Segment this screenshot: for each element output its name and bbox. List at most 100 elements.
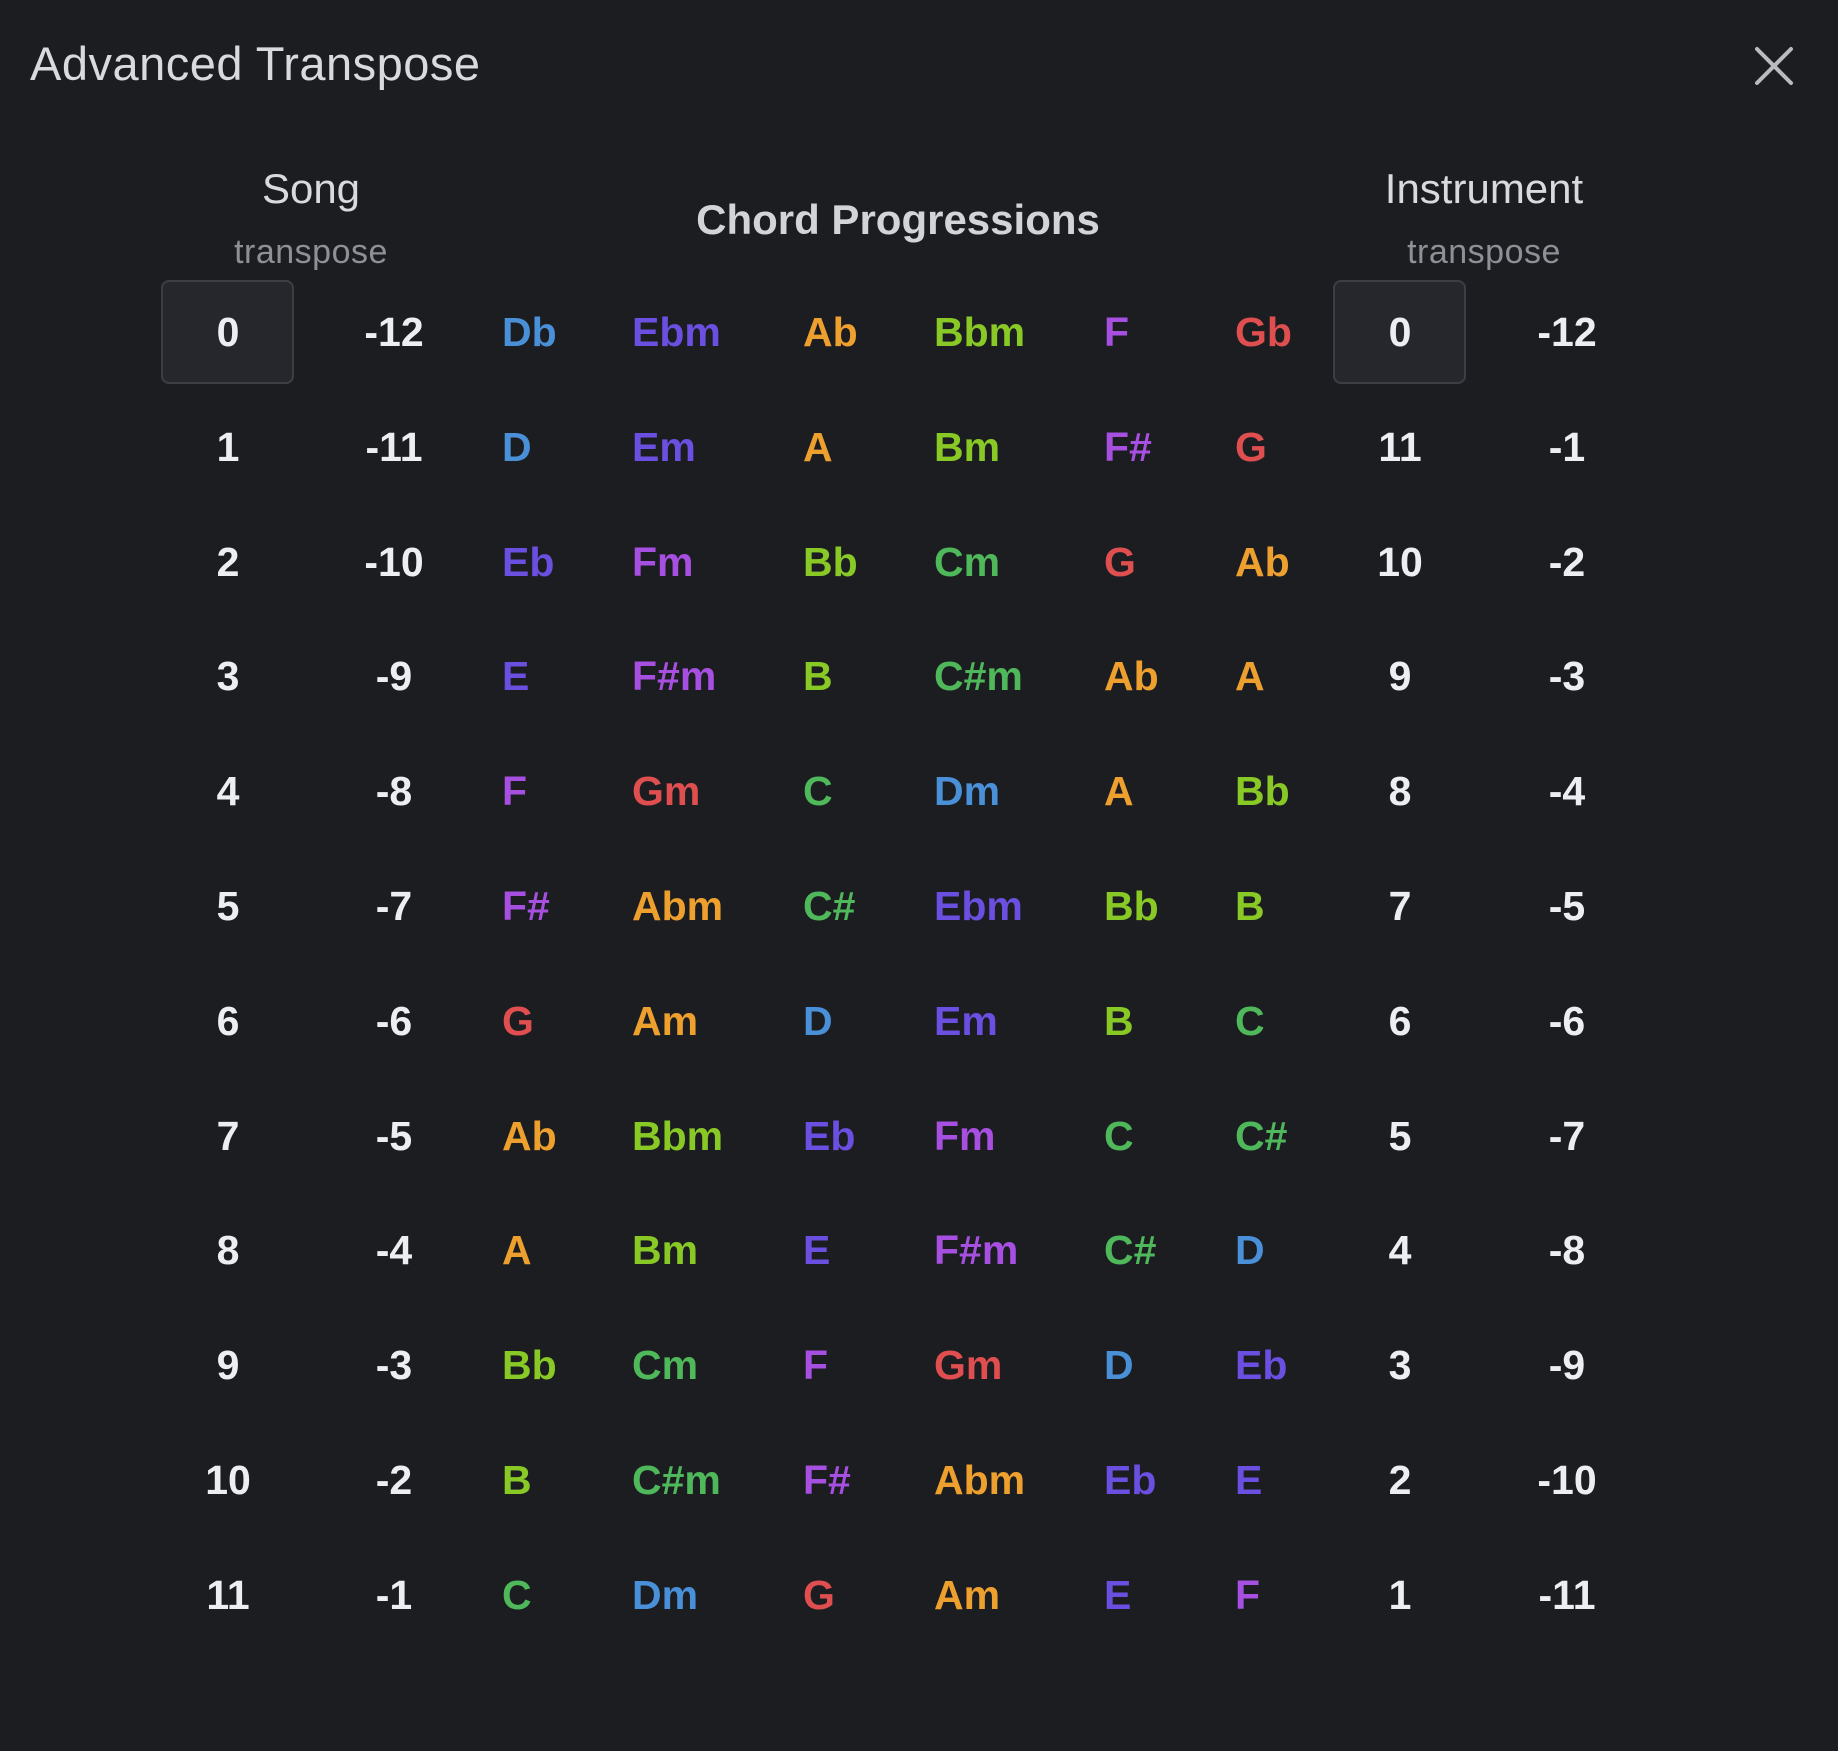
chord-label[interactable]: E bbox=[1235, 1457, 1262, 1503]
chord-label[interactable]: A bbox=[1235, 653, 1265, 699]
instrument-transpose-value[interactable]: 6 bbox=[1330, 998, 1470, 1044]
chord-label[interactable]: Ebm bbox=[632, 309, 721, 355]
chord-label[interactable]: F bbox=[1235, 1572, 1260, 1618]
chord-label[interactable]: Em bbox=[632, 424, 696, 470]
chord-label[interactable]: G bbox=[502, 998, 534, 1044]
instrument-transpose-value[interactable]: 10 bbox=[1330, 539, 1470, 585]
instrument-transpose-negative-value[interactable]: -9 bbox=[1497, 1342, 1637, 1388]
chord-label[interactable]: A bbox=[803, 424, 833, 470]
instrument-transpose-negative-value[interactable]: -10 bbox=[1497, 1457, 1637, 1503]
instrument-transpose-value[interactable]: 3 bbox=[1330, 1342, 1470, 1388]
chord-label[interactable]: C# bbox=[803, 883, 855, 929]
song-transpose-value[interactable]: 6 bbox=[158, 998, 298, 1044]
song-transpose-value[interactable]: 2 bbox=[158, 539, 298, 585]
chord-label[interactable]: Dm bbox=[934, 768, 1000, 814]
instrument-transpose-value[interactable]: 2 bbox=[1330, 1457, 1470, 1503]
chord-label[interactable]: C# bbox=[1235, 1113, 1287, 1159]
chord-label[interactable]: Am bbox=[632, 998, 698, 1044]
instrument-transpose-negative-value[interactable]: -1 bbox=[1497, 424, 1637, 470]
chord-label[interactable]: D bbox=[803, 998, 833, 1044]
instrument-transpose-negative-value[interactable]: -2 bbox=[1497, 539, 1637, 585]
instrument-transpose-negative-value[interactable]: -7 bbox=[1497, 1113, 1637, 1159]
chord-label[interactable]: Gm bbox=[934, 1342, 1002, 1388]
chord-label[interactable]: Gb bbox=[1235, 309, 1292, 355]
instrument-transpose-negative-value[interactable]: -4 bbox=[1497, 768, 1637, 814]
instrument-transpose-value[interactable]: 4 bbox=[1330, 1227, 1470, 1273]
instrument-transpose-value[interactable]: 1 bbox=[1330, 1572, 1470, 1618]
instrument-transpose-value[interactable]: 5 bbox=[1330, 1113, 1470, 1159]
song-transpose-value[interactable]: 11 bbox=[158, 1572, 298, 1618]
chord-label[interactable]: E bbox=[1104, 1572, 1131, 1618]
chord-label[interactable]: Eb bbox=[1104, 1457, 1156, 1503]
chord-label[interactable]: F#m bbox=[934, 1227, 1018, 1273]
chord-label[interactable]: Bm bbox=[632, 1227, 698, 1273]
instrument-transpose-negative-value[interactable]: -6 bbox=[1497, 998, 1637, 1044]
chord-label[interactable]: B bbox=[1104, 998, 1134, 1044]
instrument-transpose-value[interactable]: 8 bbox=[1330, 768, 1470, 814]
song-transpose-negative-value[interactable]: -7 bbox=[324, 883, 464, 929]
chord-label[interactable]: F bbox=[1104, 309, 1129, 355]
chord-label[interactable]: Cm bbox=[934, 539, 1000, 585]
song-transpose-negative-value[interactable]: -8 bbox=[324, 768, 464, 814]
song-transpose-negative-value[interactable]: -11 bbox=[324, 424, 464, 470]
song-transpose-negative-value[interactable]: -6 bbox=[324, 998, 464, 1044]
chord-label[interactable]: F# bbox=[1104, 424, 1152, 470]
song-transpose-negative-value[interactable]: -1 bbox=[324, 1572, 464, 1618]
chord-label[interactable]: C# bbox=[1104, 1227, 1156, 1273]
song-transpose-value[interactable]: 1 bbox=[158, 424, 298, 470]
chord-label[interactable]: E bbox=[803, 1227, 830, 1273]
song-transpose-value[interactable]: 10 bbox=[158, 1457, 298, 1503]
song-transpose-value[interactable]: 7 bbox=[158, 1113, 298, 1159]
chord-label[interactable]: C#m bbox=[632, 1457, 721, 1503]
chord-label[interactable]: Am bbox=[934, 1572, 1000, 1618]
chord-label[interactable]: A bbox=[1104, 768, 1134, 814]
chord-label[interactable]: Fm bbox=[632, 539, 694, 585]
chord-label[interactable]: Abm bbox=[632, 883, 723, 929]
chord-label[interactable]: G bbox=[1104, 539, 1136, 585]
instrument-transpose-value[interactable]: 7 bbox=[1330, 883, 1470, 929]
chord-label[interactable]: C#m bbox=[934, 653, 1023, 699]
chord-label[interactable]: A bbox=[502, 1227, 532, 1273]
song-transpose-value[interactable]: 8 bbox=[158, 1227, 298, 1273]
chord-label[interactable]: C bbox=[1104, 1113, 1134, 1159]
song-transpose-negative-value[interactable]: -5 bbox=[324, 1113, 464, 1159]
song-transpose-negative-value[interactable]: -10 bbox=[324, 539, 464, 585]
chord-label[interactable]: B bbox=[502, 1457, 532, 1503]
instrument-transpose-value[interactable]: 9 bbox=[1330, 653, 1470, 699]
close-button[interactable] bbox=[1752, 44, 1796, 88]
instrument-transpose-value[interactable]: 0 bbox=[1330, 309, 1470, 355]
chord-label[interactable]: F bbox=[502, 768, 527, 814]
chord-label[interactable]: D bbox=[1104, 1342, 1134, 1388]
chord-label[interactable]: Bbm bbox=[934, 309, 1025, 355]
song-transpose-value[interactable]: 9 bbox=[158, 1342, 298, 1388]
instrument-transpose-negative-value[interactable]: -12 bbox=[1497, 309, 1637, 355]
chord-label[interactable]: Cm bbox=[632, 1342, 698, 1388]
song-transpose-value[interactable]: 3 bbox=[158, 653, 298, 699]
chord-label[interactable]: Bb bbox=[502, 1342, 557, 1388]
song-transpose-value[interactable]: 5 bbox=[158, 883, 298, 929]
instrument-transpose-negative-value[interactable]: -11 bbox=[1497, 1572, 1637, 1618]
instrument-transpose-negative-value[interactable]: -3 bbox=[1497, 653, 1637, 699]
chord-label[interactable]: Eb bbox=[1235, 1342, 1287, 1388]
chord-label[interactable]: C bbox=[502, 1572, 532, 1618]
instrument-transpose-negative-value[interactable]: -8 bbox=[1497, 1227, 1637, 1273]
chord-label[interactable]: Em bbox=[934, 998, 998, 1044]
chord-label[interactable]: Ab bbox=[803, 309, 858, 355]
chord-label[interactable]: C bbox=[1235, 998, 1265, 1044]
chord-label[interactable]: Abm bbox=[934, 1457, 1025, 1503]
chord-label[interactable]: F# bbox=[803, 1457, 851, 1503]
chord-label[interactable]: Dm bbox=[632, 1572, 698, 1618]
chord-label[interactable]: D bbox=[1235, 1227, 1265, 1273]
chord-label[interactable]: Eb bbox=[803, 1113, 855, 1159]
chord-label[interactable]: B bbox=[1235, 883, 1265, 929]
chord-label[interactable]: Bb bbox=[1235, 768, 1290, 814]
chord-label[interactable]: G bbox=[803, 1572, 835, 1618]
chord-label[interactable]: B bbox=[803, 653, 833, 699]
song-transpose-negative-value[interactable]: -9 bbox=[324, 653, 464, 699]
chord-label[interactable]: Bb bbox=[1104, 883, 1159, 929]
chord-label[interactable]: Ab bbox=[1235, 539, 1290, 585]
chord-label[interactable]: Gm bbox=[632, 768, 700, 814]
chord-label[interactable]: F#m bbox=[632, 653, 716, 699]
song-transpose-negative-value[interactable]: -4 bbox=[324, 1227, 464, 1273]
chord-label[interactable]: Ab bbox=[502, 1113, 557, 1159]
